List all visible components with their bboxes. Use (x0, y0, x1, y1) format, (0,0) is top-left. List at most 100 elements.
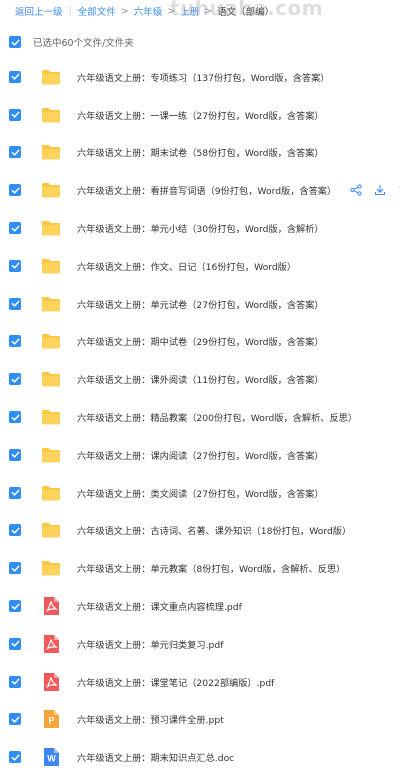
file-row[interactable]: 六年级语文上册：课文重点内容梳理.pdf (0, 587, 400, 625)
file-name[interactable]: 六年级语文上册：课堂笔记（2022部编版）.pdf (77, 675, 274, 689)
row-checkbox[interactable] (9, 751, 21, 764)
selected-count: 已选中60个文件/文件夹 (33, 38, 134, 49)
file-row[interactable]: W 六年级语文上册：期末知识点汇总.doc (0, 738, 400, 776)
folder-icon (42, 447, 60, 463)
breadcrumb-level1-link[interactable]: 六年级 (134, 4, 163, 18)
share-icon[interactable] (350, 184, 362, 196)
file-row[interactable]: 六年级语文上册：一课一练（27份打包，Word版，含答案） (0, 96, 400, 134)
file-row[interactable]: 六年级语文上册：期末试卷（58份打包，Word版，含答案） (0, 134, 400, 172)
file-name[interactable]: 六年级语文上册：专项练习（137份打包，Word版，含答案） (77, 70, 329, 84)
folder-icon (41, 558, 61, 578)
file-row[interactable]: 六年级语文上册：看拼音写词语（9份打包，Word版，含答案） (0, 171, 400, 209)
row-checkbox[interactable] (9, 637, 21, 650)
row-checkbox[interactable] (9, 675, 21, 688)
row-checkbox[interactable] (9, 713, 21, 726)
file-row[interactable]: 六年级语文上册：专项练习（137份打包，Word版，含答案） (0, 58, 400, 96)
breadcrumb-current: 语文（部编） (217, 7, 275, 18)
file-row[interactable]: 六年级语文上册：单元试卷（27份打包，Word版，含答案） (0, 285, 400, 323)
file-name[interactable]: 六年级语文上册：类文阅读（27份打包，Word版，含答案） (77, 486, 324, 500)
file-name[interactable]: 六年级语文上册：课外阅读（11份打包，Word版，含答案） (77, 372, 324, 386)
check-icon (11, 716, 20, 723)
file-name[interactable]: 六年级语文上册：看拼音写词语（9份打包，Word版，含答案） (77, 183, 336, 197)
all-files-link[interactable]: 全部文件 (78, 4, 116, 18)
check-icon (11, 300, 20, 307)
check-icon (11, 451, 20, 458)
selection-header: 已选中60个文件/文件夹 (0, 28, 400, 56)
file-row[interactable]: 六年级语文上册：课堂笔记（2022部编版）.pdf (0, 663, 400, 701)
file-name[interactable]: 六年级语文上册：课文重点内容梳理.pdf (77, 599, 242, 613)
folder-icon (42, 410, 60, 425)
check-icon (11, 73, 20, 80)
folder-icon (41, 218, 61, 238)
check-icon (11, 262, 20, 269)
file-list: 六年级语文上册：专项练习（137份打包，Word版，含答案） 六年级语文上册：一课… (0, 58, 400, 776)
row-checkbox[interactable] (9, 411, 21, 424)
row-checkbox[interactable] (9, 70, 21, 83)
breadcrumb-level2-link[interactable]: 上册 (180, 4, 199, 18)
folder-icon (41, 445, 61, 465)
download-icon[interactable] (374, 184, 386, 196)
row-checkbox[interactable] (9, 600, 21, 613)
file-row[interactable]: 六年级语文上册：期中试卷（29份打包，Word版，含答案） (0, 323, 400, 361)
folder-icon (42, 296, 60, 312)
file-name[interactable]: 六年级语文上册：古诗词、名著、课外知识（18份打包，Word版） (77, 523, 351, 537)
file-name[interactable]: 六年级语文上册：期末试卷（58份打包，Word版，含答案） (77, 145, 324, 159)
file-name[interactable]: 六年级语文上册：精品教案（200份打包，Word版，含解析、反思） (77, 410, 357, 424)
back-link[interactable]: 返回上一级 (15, 4, 63, 18)
file-name[interactable]: 六年级语文上册：期中试卷（29份打包，Word版，含答案） (77, 334, 324, 348)
file-row[interactable]: 六年级语文上册：作文、日记（16份打包，Word版） (0, 247, 400, 285)
check-icon (11, 225, 20, 232)
folder-icon (42, 69, 60, 85)
row-checkbox[interactable] (9, 524, 21, 537)
check-icon (11, 489, 20, 496)
file-name[interactable]: 六年级语文上册：单元教案（8份打包，Word版，含解析、反思） (77, 561, 345, 575)
file-row[interactable]: 六年级语文上册：古诗词、名著、课外知识（18份打包，Word版） (0, 512, 400, 550)
file-row[interactable]: 六年级语文上册：类文阅读（27份打包，Word版，含答案） (0, 474, 400, 512)
row-checkbox[interactable] (9, 184, 21, 197)
folder-icon (42, 107, 60, 123)
row-checkbox[interactable] (9, 448, 21, 461)
file-name[interactable]: 六年级语文上册：单元归类复习.pdf (77, 637, 223, 651)
row-checkbox[interactable] (9, 373, 21, 386)
breadcrumb: 返回上一级 | 全部文件 > 六年级 > 上册 > 语文（部编） (0, 0, 400, 22)
pdf-icon (41, 672, 61, 692)
folder-icon (41, 180, 61, 200)
row-checkbox[interactable] (9, 335, 21, 348)
file-name[interactable]: 六年级语文上册：预习课件全册.ppt (77, 712, 224, 726)
row-checkbox[interactable] (9, 108, 21, 121)
file-row[interactable]: 六年级语文上册：单元归类复习.pdf (0, 625, 400, 663)
row-checkbox[interactable] (9, 486, 21, 499)
check-icon (11, 565, 20, 572)
file-name[interactable]: 六年级语文上册：单元小结（30份打包，Word版，含解析） (77, 221, 324, 235)
ppt-icon: P (44, 710, 59, 729)
file-row[interactable]: 六年级语文上册：课外阅读（11份打包，Word版，含答案） (0, 360, 400, 398)
row-checkbox[interactable] (9, 222, 21, 235)
chevron-right-icon: > (120, 5, 129, 17)
file-name[interactable]: 六年级语文上册：课内阅读（27份打包，Word版，含答案） (77, 448, 324, 462)
file-row[interactable]: 六年级语文上册：课内阅读（27份打包，Word版，含答案） (0, 436, 400, 474)
ppt-icon: P (41, 709, 61, 729)
row-checkbox[interactable] (9, 259, 21, 272)
row-actions (350, 171, 400, 209)
row-checkbox[interactable] (9, 562, 21, 575)
folder-icon (42, 485, 60, 501)
file-name[interactable]: 六年级语文上册：期末知识点汇总.doc (77, 750, 234, 764)
check-icon (11, 527, 20, 534)
folder-icon (41, 294, 61, 314)
file-row[interactable]: P 六年级语文上册：预习课件全册.ppt (0, 701, 400, 739)
row-checkbox[interactable] (9, 297, 21, 310)
file-row[interactable]: 六年级语文上册：精品教案（200份打包，Word版，含解析、反思） (0, 398, 400, 436)
check-icon (11, 187, 20, 194)
folder-icon (41, 483, 61, 503)
folder-icon (41, 105, 61, 125)
file-row[interactable]: 六年级语文上册：单元教案（8份打包，Word版，含解析、反思） (0, 549, 400, 587)
row-checkbox[interactable] (9, 146, 21, 159)
check-icon (11, 678, 20, 685)
word-icon: W (44, 748, 59, 767)
folder-icon (42, 183, 60, 198)
file-name[interactable]: 六年级语文上册：作文、日记（16份打包，Word版） (77, 259, 296, 273)
file-row[interactable]: 六年级语文上册：单元小结（30份打包，Word版，含解析） (0, 209, 400, 247)
file-name[interactable]: 六年级语文上册：一课一练（27份打包，Word版，含答案） (77, 108, 324, 122)
file-name[interactable]: 六年级语文上册：单元试卷（27份打包，Word版，含答案） (77, 297, 324, 311)
select-all-checkbox[interactable] (9, 36, 21, 48)
